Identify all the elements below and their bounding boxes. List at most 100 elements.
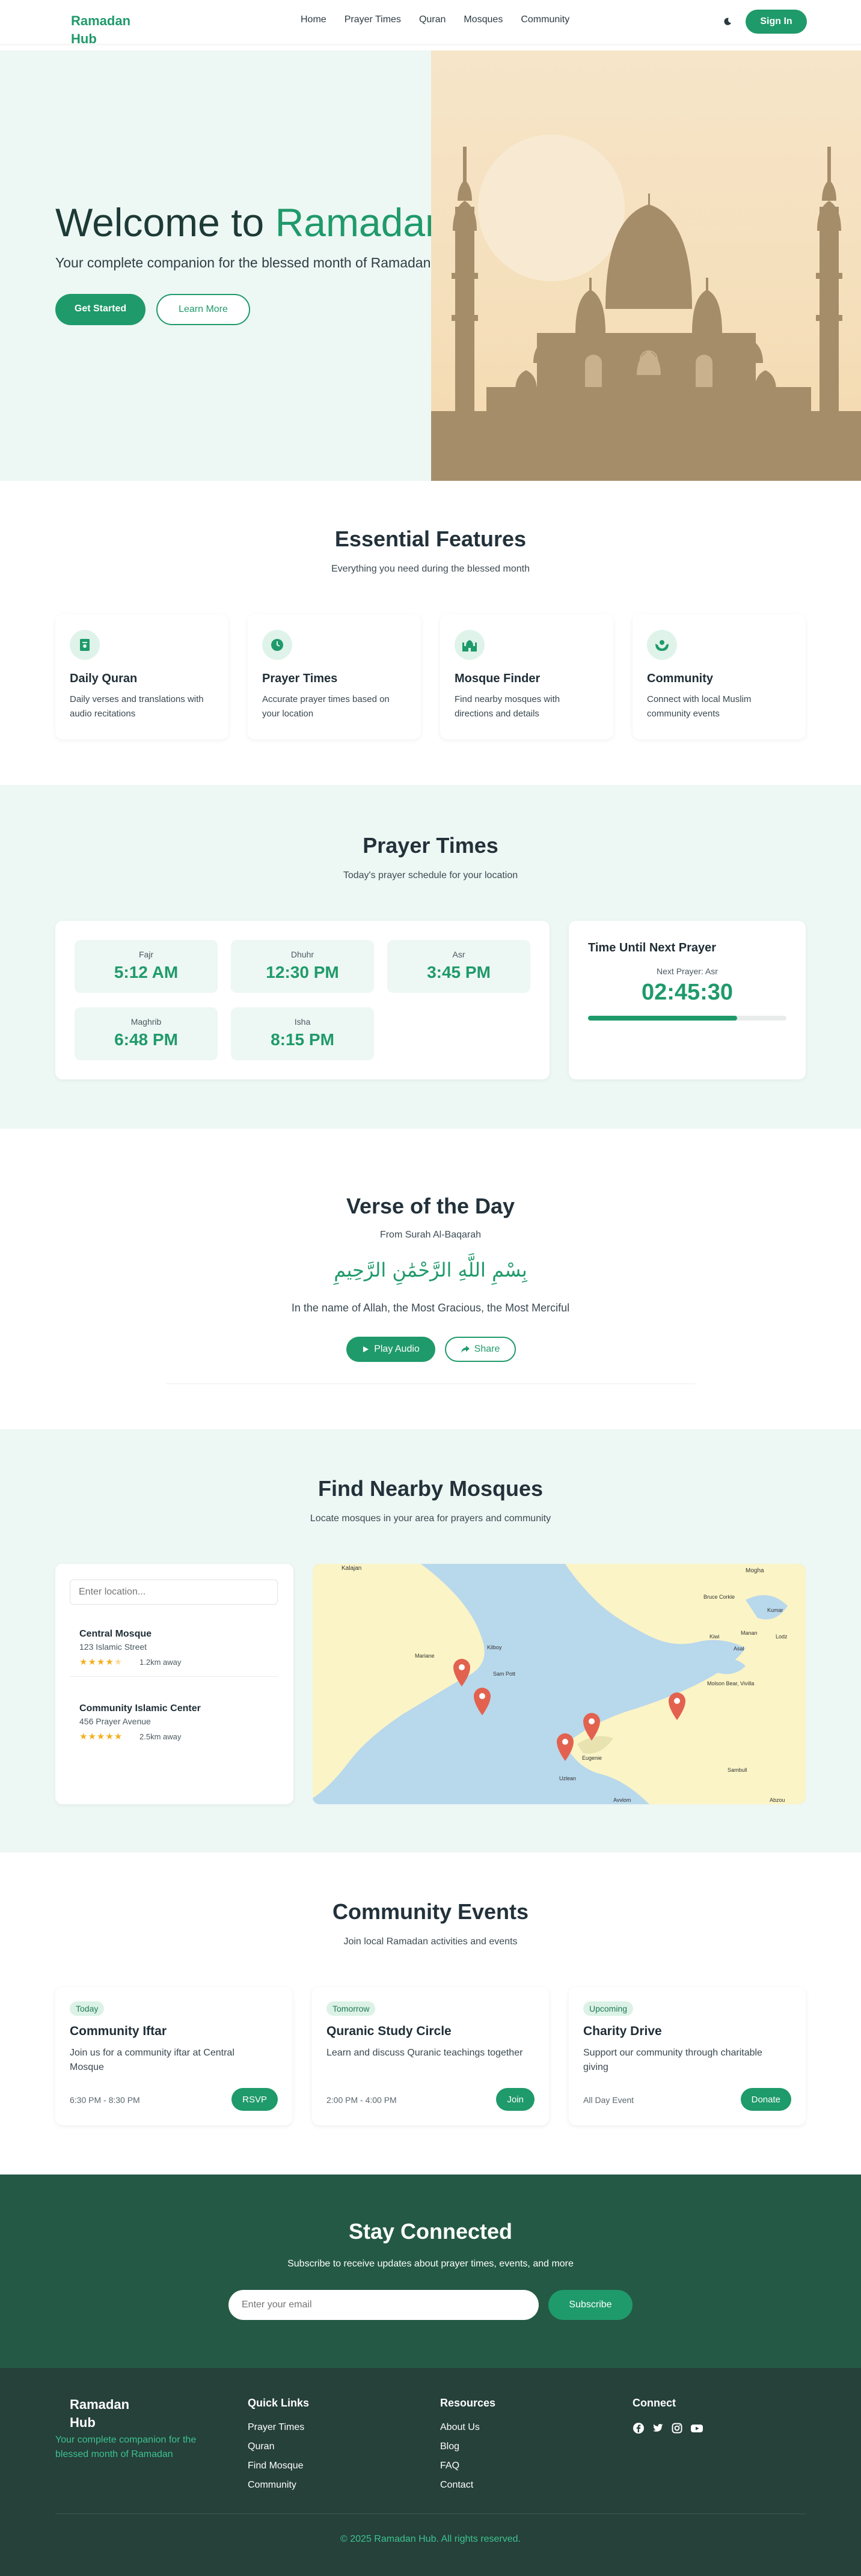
mosques-subtitle: Locate mosques in your area for prayers …: [310, 1513, 551, 1524]
hero-section: Welcome to Ramadan Your complete compani…: [0, 50, 861, 481]
twitter-icon[interactable]: [652, 2422, 664, 2434]
prayer-tile-fajr: Fajr 5:12 AM: [75, 940, 218, 993]
feature-title: Community: [647, 672, 713, 685]
map-pin-icon[interactable]: [557, 1733, 574, 1762]
next-prayer-label: Next Prayer: Asr: [657, 966, 718, 976]
footer-link[interactable]: Contact: [440, 2480, 473, 2491]
footer-link[interactable]: Community: [248, 2480, 296, 2491]
footer-brand[interactable]: Ramadan Hub: [55, 2396, 146, 2432]
donate-button[interactable]: Donate: [740, 2088, 791, 2111]
event-title: Quranic Study Circle: [326, 2024, 452, 2038]
event-card: Today Community Iftar Join us for a comm…: [55, 1987, 292, 2125]
map-pin-icon[interactable]: [453, 1659, 470, 1688]
prayer-tile-asr: Asr 3:45 PM: [387, 940, 530, 993]
event-badge: Upcoming: [583, 2001, 634, 2016]
map-pin-icon[interactable]: [583, 1713, 600, 1742]
event-time: 6:30 PM - 8:30 PM: [70, 2095, 140, 2105]
countdown-progress-track: [588, 1016, 786, 1021]
instagram-icon[interactable]: [671, 2422, 683, 2434]
footer-link[interactable]: Quran: [248, 2441, 274, 2452]
facebook-icon[interactable]: [633, 2422, 645, 2434]
mosque-address: 123 Islamic Street: [79, 1642, 147, 1652]
feature-title: Prayer Times: [262, 672, 338, 685]
play-audio-button[interactable]: Play Audio: [346, 1337, 435, 1362]
feature-card-quran[interactable]: Daily Quran Daily verses and translation…: [55, 614, 228, 739]
map-label: Lodz: [776, 1634, 788, 1640]
verse-source: From Surah Al-Baqarah: [379, 1230, 482, 1240]
feature-card-prayer-times[interactable]: Prayer Times Accurate prayer times based…: [248, 614, 421, 739]
footer-link[interactable]: Prayer Times: [248, 2422, 304, 2433]
learn-more-button[interactable]: Learn More: [156, 294, 250, 325]
brand-name: Ramadan Hub: [71, 13, 131, 46]
nav-link-home[interactable]: Home: [301, 14, 326, 25]
nav-links: Home Prayer Times Quran Mosques Communit…: [301, 14, 569, 25]
feature-title: Mosque Finder: [455, 672, 541, 685]
prayer-tile-dhuhr: Dhuhr 12:30 PM: [231, 940, 374, 993]
youtube-icon[interactable]: [690, 2422, 703, 2434]
mosque-map[interactable]: Kalajan Mogha Bruce Corkle Kumar Kiwi Ma…: [313, 1564, 806, 1804]
rsvp-button[interactable]: RSVP: [231, 2088, 278, 2111]
copyright: © 2025 Ramadan Hub. All rights reserved.: [340, 2534, 521, 2544]
footer-brand-name: Ramadan Hub: [70, 2397, 130, 2430]
mosque-distance: 2.5km away: [139, 1732, 182, 1741]
share-label: Share: [474, 1344, 500, 1354]
book-icon: [70, 630, 100, 660]
footer-link[interactable]: FAQ: [440, 2461, 459, 2471]
mosque-icon: [455, 630, 485, 660]
crescent-icon: [56, 2397, 62, 2408]
countdown-timer: 02:45:30: [641, 980, 734, 1005]
map-pin-icon[interactable]: [669, 1692, 685, 1721]
footer-link[interactable]: Blog: [440, 2441, 459, 2452]
moon-icon: [724, 17, 731, 25]
mosques-title: Find Nearby Mosques: [317, 1476, 544, 1501]
nav-link-quran[interactable]: Quran: [419, 14, 446, 25]
footer-link[interactable]: About Us: [440, 2422, 480, 2433]
footer-link[interactable]: Find Mosque: [248, 2461, 304, 2471]
mosque-list-item[interactable]: Central Mosque 123 Islamic Street ★★★★★ …: [70, 1622, 278, 1677]
mosque-list-item[interactable]: Community Islamic Center 456 Prayer Aven…: [70, 1696, 278, 1751]
features-title: Essential Features: [334, 526, 527, 551]
prayer-title: Prayer Times: [363, 833, 498, 858]
nav-link-mosques[interactable]: Mosques: [464, 14, 503, 25]
event-card: Tomorrow Quranic Study Circle Learn and …: [312, 1987, 549, 2125]
map-label: Avvlom: [613, 1797, 631, 1803]
dark-mode-toggle[interactable]: [719, 13, 736, 30]
verse-translation: In the name of Allah, the Most Gracious,…: [291, 1302, 570, 1314]
star-rating: ★★★★★: [79, 1657, 123, 1667]
mosque-silhouette: [431, 135, 861, 481]
mosque-distance: 1.2km away: [139, 1658, 182, 1667]
nav-link-community[interactable]: Community: [521, 14, 569, 25]
sign-in-button[interactable]: Sign In: [746, 10, 807, 34]
map-pin-icon[interactable]: [474, 1688, 491, 1717]
feature-card-community[interactable]: Community Connect with local Muslim comm…: [633, 614, 806, 739]
event-desc: Join us for a community iftar at Central…: [70, 2048, 234, 2072]
map-label: Uzlean: [559, 1775, 577, 1781]
map-label: Asal: [734, 1646, 744, 1652]
map-label: Mogha: [746, 1567, 764, 1574]
feature-card-mosque-finder[interactable]: Mosque Finder Find nearby mosques with d…: [440, 614, 613, 739]
join-button[interactable]: Join: [496, 2088, 535, 2111]
play-audio-label: Play Audio: [374, 1344, 420, 1354]
brand-logo[interactable]: Ramadan Hub: [55, 12, 146, 48]
feature-desc: Daily verses and translations with audio…: [70, 694, 204, 719]
footer-resources-title: Resources: [440, 2397, 496, 2409]
newsletter-title: Stay Connected: [348, 2219, 513, 2244]
feature-desc: Find nearby mosques with directions and …: [455, 694, 560, 719]
event-title: Community Iftar: [70, 2024, 167, 2038]
get-started-button[interactable]: Get Started: [55, 294, 146, 325]
prayer-tile-isha: Isha 8:15 PM: [231, 1007, 374, 1060]
feature-desc: Connect with local Muslim community even…: [647, 694, 752, 719]
map-label: Sambull: [728, 1767, 747, 1773]
subscribe-button[interactable]: Subscribe: [548, 2290, 633, 2320]
location-search-input[interactable]: [70, 1579, 278, 1605]
newsletter-email-input[interactable]: [228, 2290, 539, 2320]
footer-connect-title: Connect: [633, 2397, 676, 2409]
hands-icon: [647, 630, 677, 660]
event-desc: Learn and discuss Quranic teachings toge…: [326, 2048, 523, 2058]
events-subtitle: Join local Ramadan activities and events: [343, 1937, 518, 1947]
nav-link-prayer-times[interactable]: Prayer Times: [345, 14, 401, 25]
map-label: Kilboy: [487, 1644, 502, 1650]
mosque-name: Central Mosque: [79, 1629, 152, 1639]
play-icon: [363, 1346, 369, 1352]
share-button[interactable]: Share: [445, 1337, 516, 1362]
